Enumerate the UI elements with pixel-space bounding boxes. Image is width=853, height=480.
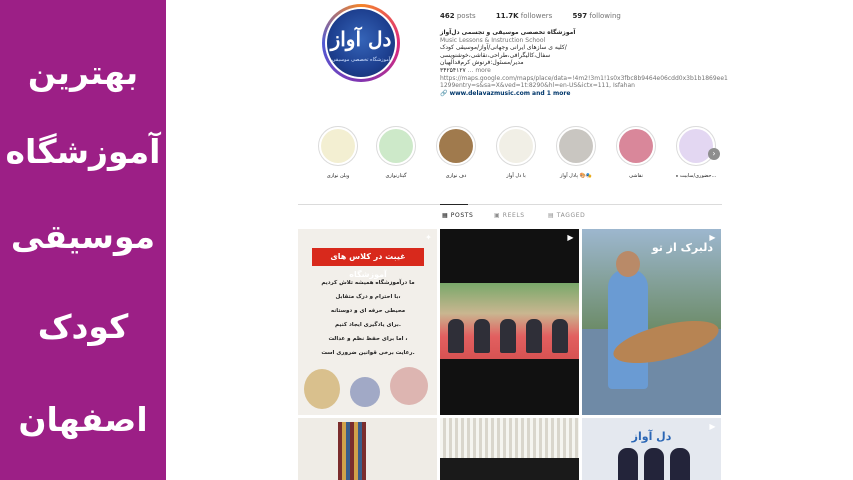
profile-tabs: ▦ POSTS ▣ REELS ▤ TAGGED: [298, 205, 722, 227]
story-highlights: حضوری/سابیت ه... نقاشی پادل آواز 🎨🎭 با د…: [316, 126, 736, 186]
musician-head: [616, 251, 640, 277]
post-photo: [440, 418, 579, 458]
banner-line: آموزشگاه: [5, 132, 161, 171]
profile-stats: 462 posts 11.7K followers 597 following: [440, 12, 639, 20]
banner-line: بهترین: [27, 53, 139, 92]
player-figure: [474, 319, 490, 353]
bio-line: کلیه ی سازهای ایرانی وجهانی/آواز/موسیقی …: [440, 44, 567, 52]
reel-icon: ▶: [709, 422, 716, 431]
bio-line: مدیر/مسئول:فرنوش کرم‌قدالهیان: [440, 59, 524, 67]
avatar-caption: آموزشگاه تخصصی موسیقی: [331, 57, 391, 63]
promo-banner: بهترین آموزشگاه موسیقی کودک اصفهان: [0, 0, 166, 480]
highlight-item[interactable]: پادل آواز 🎨🎭: [554, 126, 598, 179]
music-logo-icon: [499, 129, 533, 163]
maps-link[interactable]: https://maps.google.com/maps/place/data=…: [440, 75, 730, 90]
post-tile[interactable]: غیبت در کلاس های آموزشگاه ما درآموزشگاه …: [298, 229, 437, 415]
post-tile[interactable]: ▶: [440, 229, 579, 415]
tab-reels[interactable]: ▣ REELS: [494, 212, 525, 219]
highlight-item[interactable]: دف نوازی: [434, 126, 478, 179]
flower-icon: [619, 129, 653, 163]
reel-icon: ▶: [709, 233, 716, 242]
decoration: [304, 369, 340, 409]
profile-name: آموزشگاه تخصصی موسیقی و تجسمی دل‌آواز: [440, 29, 576, 36]
profile-bio: آموزشگاه تخصصی موسیقی و تجسمی دل‌آواز Mu…: [440, 29, 730, 97]
music-icon: [679, 129, 713, 163]
chevron-right-icon[interactable]: ›: [708, 148, 720, 160]
pin-icon: ✦: [425, 233, 432, 242]
violin-icon: [321, 129, 355, 163]
post-caption: دل آواز: [631, 430, 672, 443]
tab-posts[interactable]: ▦ POSTS: [442, 212, 473, 219]
avatar-text: دل آواز: [330, 27, 392, 51]
post-tile[interactable]: دل آواز ▶: [582, 418, 721, 480]
player-figure: [552, 319, 568, 353]
highlight-item[interactable]: با دل آواز: [494, 126, 538, 179]
musician-figure: [608, 269, 648, 389]
avatar-logo: دل آواز آموزشگاه تخصصی موسیقی: [327, 9, 395, 77]
post-tile[interactable]: [440, 418, 579, 480]
banner-line: موسیقی: [10, 217, 156, 256]
posts-count: 462 posts: [440, 12, 476, 20]
highlight-item[interactable]: ویلن نوازی: [316, 126, 360, 179]
reels-icon: ▣: [494, 212, 501, 219]
player-figure: [448, 319, 464, 353]
bio-line: سفال،کالیگرافی،طراحی،نقاشی،خوشنویسی: [440, 51, 551, 59]
post-caption: دلبرک از تو: [651, 241, 713, 254]
tag-icon: ▤: [548, 212, 555, 219]
bio-line: ۳۴۲۵۴۱۲۷ ... more: [440, 66, 491, 74]
avatar-frame: دل آواز آموزشگاه تخصصی موسیقی: [325, 7, 397, 79]
link-icon: 🔗: [440, 89, 448, 97]
banner-line: اصفهان: [18, 400, 148, 439]
highlight-item[interactable]: نقاشی: [614, 126, 658, 179]
chair-icon: [559, 129, 593, 163]
post-text: ما درآموزشگاه همیشه تلاش کردیم با احترام…: [321, 280, 415, 356]
guitar-icon: [379, 129, 413, 163]
following-link[interactable]: 597 following: [573, 12, 621, 20]
tab-tagged[interactable]: ▤ TAGGED: [548, 212, 585, 219]
post-tile[interactable]: دلبرک از تو ▶: [582, 229, 721, 415]
profile-avatar[interactable]: دل آواز آموزشگاه تخصصی موسیقی: [322, 4, 400, 82]
person-figure: [618, 448, 638, 480]
player-figure: [500, 319, 516, 353]
person-figure: [670, 448, 690, 480]
screen: بهترین آموزشگاه موسیقی کودک اصفهان دل آو…: [0, 0, 853, 480]
post-photo: [440, 283, 579, 359]
banner-line: کودک: [37, 307, 129, 346]
post-tile[interactable]: [298, 418, 437, 480]
highlight-item[interactable]: گیتارنوازی: [374, 126, 418, 179]
post-photo: [338, 422, 366, 480]
decoration: [350, 377, 380, 407]
reel-icon: ▶: [567, 233, 574, 242]
daf-icon: [439, 129, 473, 163]
person-figure: [644, 448, 664, 480]
player-figure: [526, 319, 542, 353]
followers-link[interactable]: 11.7K followers: [496, 12, 552, 20]
website-link[interactable]: 🔗 www.delavazmusic.com and 1 more: [440, 90, 730, 98]
post-banner: غیبت در کلاس های آموزشگاه: [312, 248, 424, 279]
grid-icon: ▦: [442, 212, 449, 219]
decoration: [390, 367, 428, 405]
more-link[interactable]: ... more: [468, 67, 491, 74]
